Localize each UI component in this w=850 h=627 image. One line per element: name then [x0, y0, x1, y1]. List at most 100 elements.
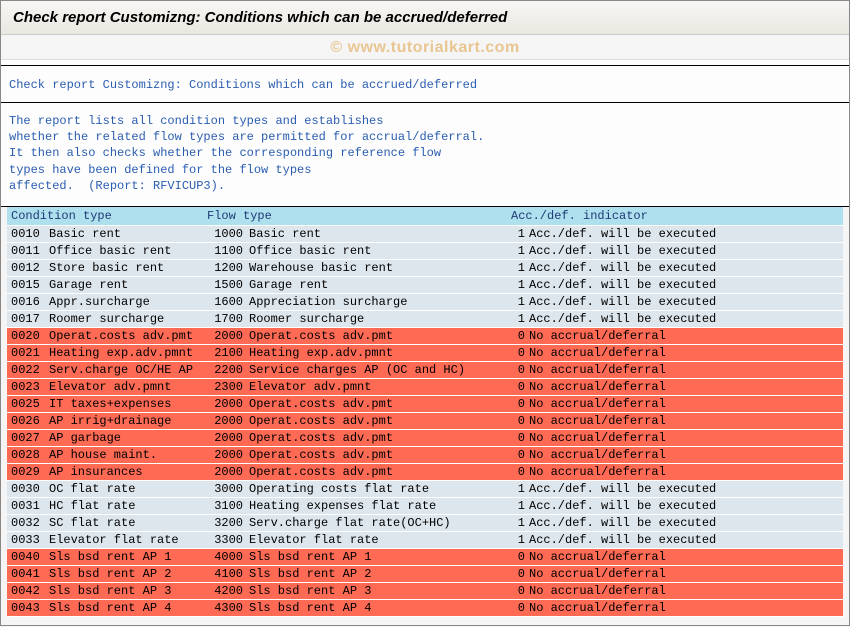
- cell-condition-code: 0027: [7, 431, 49, 445]
- cell-flow-text: Roomer surcharge: [249, 312, 511, 326]
- cell-flow-code: 4200: [207, 584, 249, 598]
- cell-flow-text: Operat.costs adv.pmt: [249, 397, 511, 411]
- cell-indicator-text: Acc./def. will be executed: [529, 261, 843, 275]
- cell-condition-text: Operat.costs adv.pmt: [49, 329, 207, 343]
- table-row[interactable]: 0023Elevator adv.pmnt2300Elevator adv.pm…: [7, 379, 843, 396]
- cell-indicator-code: 0: [511, 584, 529, 598]
- cell-indicator-code: 1: [511, 278, 529, 292]
- cell-flow-code: 3100: [207, 499, 249, 513]
- cell-indicator-text: No accrual/deferral: [529, 346, 843, 360]
- cell-flow-text: Heating expenses flat rate: [249, 499, 511, 513]
- cell-condition-text: Office basic rent: [49, 244, 207, 258]
- cell-condition-text: Roomer surcharge: [49, 312, 207, 326]
- header-flow-type: Flow type: [207, 209, 511, 223]
- cell-flow-text: Heating exp.adv.pmnt: [249, 346, 511, 360]
- cell-indicator-code: 0: [511, 329, 529, 343]
- cell-indicator-text: No accrual/deferral: [529, 550, 843, 564]
- cell-flow-code: 2000: [207, 448, 249, 462]
- cell-flow-text: Office basic rent: [249, 244, 511, 258]
- cell-indicator-text: Acc./def. will be executed: [529, 482, 843, 496]
- cell-condition-text: SC flat rate: [49, 516, 207, 530]
- table-row[interactable]: 0010Basic rent1000Basic rent1Acc./def. w…: [7, 226, 843, 243]
- cell-indicator-code: 0: [511, 550, 529, 564]
- cell-condition-code: 0016: [7, 295, 49, 309]
- cell-indicator-text: No accrual/deferral: [529, 329, 843, 343]
- report-subtitle: Check report Customizng: Conditions whic…: [1, 66, 849, 102]
- cell-condition-code: 0011: [7, 244, 49, 258]
- cell-indicator-code: 0: [511, 363, 529, 377]
- cell-flow-text: Appreciation surcharge: [249, 295, 511, 309]
- table-row[interactable]: 0017Roomer surcharge1700Roomer surcharge…: [7, 311, 843, 328]
- table-row[interactable]: 0016Appr.surcharge1600Appreciation surch…: [7, 294, 843, 311]
- cell-condition-text: Sls bsd rent AP 4: [49, 601, 207, 615]
- cell-condition-text: Serv.charge OC/HE AP: [49, 363, 207, 377]
- cell-indicator-code: 1: [511, 312, 529, 326]
- report-window: Check report Customizng: Conditions whic…: [0, 0, 850, 626]
- cell-condition-text: OC flat rate: [49, 482, 207, 496]
- cell-condition-code: 0043: [7, 601, 49, 615]
- cell-indicator-text: No accrual/deferral: [529, 465, 843, 479]
- cell-indicator-code: 1: [511, 227, 529, 241]
- cell-condition-text: AP garbage: [49, 431, 207, 445]
- cell-flow-code: 2000: [207, 465, 249, 479]
- header-acc-def-indicator: Acc./def. indicator: [511, 209, 843, 223]
- table-row[interactable]: 0021Heating exp.adv.pmnt2100Heating exp.…: [7, 345, 843, 362]
- cell-indicator-code: 0: [511, 414, 529, 428]
- table-row[interactable]: 0026AP irrig+drainage2000Operat.costs ad…: [7, 413, 843, 430]
- table-row[interactable]: 0020Operat.costs adv.pmt2000Operat.costs…: [7, 328, 843, 345]
- cell-flow-text: Warehouse basic rent: [249, 261, 511, 275]
- cell-condition-text: IT taxes+expenses: [49, 397, 207, 411]
- table-row[interactable]: 0029AP insurances2000Operat.costs adv.pm…: [7, 464, 843, 481]
- table-row[interactable]: 0041Sls bsd rent AP 24100Sls bsd rent AP…: [7, 566, 843, 583]
- cell-indicator-code: 1: [511, 516, 529, 530]
- cell-indicator-code: 0: [511, 567, 529, 581]
- window-title: Check report Customizng: Conditions whic…: [13, 9, 507, 26]
- table-row[interactable]: 0043Sls bsd rent AP 44300Sls bsd rent AP…: [7, 600, 843, 617]
- table-row[interactable]: 0012Store basic rent1200Warehouse basic …: [7, 260, 843, 277]
- table-row[interactable]: 0030OC flat rate3000Operating costs flat…: [7, 481, 843, 498]
- report-description: The report lists all condition types and…: [1, 103, 849, 206]
- cell-condition-text: Sls bsd rent AP 3: [49, 584, 207, 598]
- table-row[interactable]: 0015Garage rent1500Garage rent1Acc./def.…: [7, 277, 843, 294]
- cell-condition-code: 0025: [7, 397, 49, 411]
- table-row[interactable]: 0028AP house maint.2000Operat.costs adv.…: [7, 447, 843, 464]
- cell-condition-code: 0022: [7, 363, 49, 377]
- cell-flow-code: 2300: [207, 380, 249, 394]
- table-row[interactable]: 0040Sls bsd rent AP 14000Sls bsd rent AP…: [7, 549, 843, 566]
- table-row[interactable]: 0022Serv.charge OC/HE AP2200Service char…: [7, 362, 843, 379]
- cell-condition-text: Heating exp.adv.pmnt: [49, 346, 207, 360]
- cell-condition-code: 0015: [7, 278, 49, 292]
- cell-indicator-code: 1: [511, 499, 529, 513]
- cell-flow-text: Sls bsd rent AP 2: [249, 567, 511, 581]
- cell-flow-text: Service charges AP (OC and HC): [249, 363, 511, 377]
- cell-flow-code: 2000: [207, 431, 249, 445]
- cell-condition-code: 0021: [7, 346, 49, 360]
- cell-condition-text: Basic rent: [49, 227, 207, 241]
- cell-condition-code: 0032: [7, 516, 49, 530]
- cell-flow-code: 1100: [207, 244, 249, 258]
- table-row[interactable]: 0032SC flat rate3200Serv.charge flat rat…: [7, 515, 843, 532]
- cell-condition-code: 0020: [7, 329, 49, 343]
- cell-flow-code: 3200: [207, 516, 249, 530]
- cell-condition-code: 0041: [7, 567, 49, 581]
- table-row[interactable]: 0042Sls bsd rent AP 34200Sls bsd rent AP…: [7, 583, 843, 600]
- cell-flow-code: 2100: [207, 346, 249, 360]
- cell-condition-text: AP insurances: [49, 465, 207, 479]
- cell-condition-code: 0042: [7, 584, 49, 598]
- table-row[interactable]: 0031HC flat rate3100Heating expenses fla…: [7, 498, 843, 515]
- cell-indicator-text: No accrual/deferral: [529, 601, 843, 615]
- cell-indicator-text: No accrual/deferral: [529, 567, 843, 581]
- cell-condition-code: 0010: [7, 227, 49, 241]
- table-row[interactable]: 0027AP garbage2000Operat.costs adv.pmt0N…: [7, 430, 843, 447]
- table-row[interactable]: 0011Office basic rent1100Office basic re…: [7, 243, 843, 260]
- table-row[interactable]: 0025IT taxes+expenses2000Operat.costs ad…: [7, 396, 843, 413]
- cell-condition-code: 0012: [7, 261, 49, 275]
- cell-flow-text: Sls bsd rent AP 3: [249, 584, 511, 598]
- cell-flow-text: Elevator adv.pmnt: [249, 380, 511, 394]
- cell-condition-text: Elevator flat rate: [49, 533, 207, 547]
- report-grid: Condition type Flow type Acc./def. indic…: [1, 207, 849, 625]
- cell-flow-code: 1600: [207, 295, 249, 309]
- table-row[interactable]: 0033Elevator flat rate3300Elevator flat …: [7, 532, 843, 549]
- cell-condition-text: HC flat rate: [49, 499, 207, 513]
- cell-indicator-code: 0: [511, 448, 529, 462]
